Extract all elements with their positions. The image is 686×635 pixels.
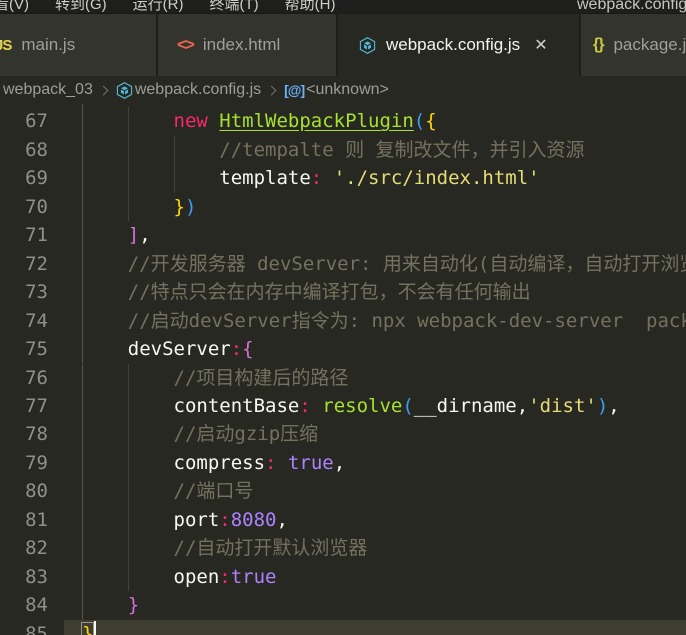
line-number: 67 bbox=[25, 110, 48, 133]
code-line-83[interactable]: 83 open:true bbox=[0, 562, 686, 592]
menu-items: 查看(V)转到(G)运行(R)终端(T)帮助(H) bbox=[0, 0, 349, 13]
code-text: //特点只会在内存中编译打包，不会有任何输出 bbox=[127, 281, 531, 304]
line-number: 84 bbox=[25, 594, 48, 617]
code-line-77[interactable]: 77 contentBase: resolve(__dirname,'dist'… bbox=[0, 391, 686, 421]
code-line-72[interactable]: 72 //开发服务器 devServer: 用来自动化(自动编译，自动打开浏览器… bbox=[0, 249, 686, 279]
code-text: new HtmlWebpackPlugin({ bbox=[173, 110, 437, 133]
code-text: //tempalte 则 复制改文件，并引入资源 bbox=[219, 138, 585, 161]
code-text: } bbox=[127, 594, 140, 617]
code-line-84[interactable]: 84 } bbox=[0, 591, 686, 620]
symbol-icon: [@] bbox=[284, 82, 305, 98]
line-number: 73 bbox=[25, 281, 48, 304]
code-line-82[interactable]: 82 //自动打开默认浏览器 bbox=[0, 534, 686, 563]
breadcrumb-item[interactable]: webpack_03 bbox=[3, 81, 93, 99]
breadcrumb-item[interactable]: <unknown> bbox=[306, 81, 389, 99]
code-editor[interactable]: 66 plugins: [67 new HtmlWebpackPlugin({6… bbox=[0, 104, 686, 635]
menu-item-1[interactable]: 转到(G) bbox=[42, 0, 120, 13]
line-number: 83 bbox=[25, 565, 48, 588]
code-text: //项目构建后的路径 bbox=[173, 366, 349, 389]
tab-label: index.html bbox=[202, 35, 281, 54]
code-line-73[interactable]: 73 //特点只会在内存中编译打包，不会有任何输出 bbox=[0, 278, 686, 307]
line-number: 68 bbox=[25, 138, 48, 161]
code-line-85[interactable]: 85} bbox=[0, 619, 686, 635]
menu-item-4[interactable]: 帮助(H) bbox=[272, 0, 349, 13]
line-number: 76 bbox=[25, 366, 48, 389]
code-line-79[interactable]: 79 compress: true, bbox=[0, 448, 686, 478]
tab-webpack.config.js[interactable]: webpack.config.js ✕ bbox=[338, 14, 579, 76]
tab-main.js[interactable]: JS main.js bbox=[0, 14, 156, 76]
close-icon[interactable]: ✕ bbox=[534, 35, 547, 55]
tab-package.json[interactable]: {} package.json bbox=[581, 14, 686, 76]
code-text: compress: true, bbox=[173, 451, 346, 474]
code-text: port:8080, bbox=[173, 508, 288, 531]
line-number: 70 bbox=[25, 195, 48, 218]
code-text: devServer:{ bbox=[127, 338, 254, 361]
breadcrumb-item[interactable]: webpack.config.js bbox=[135, 81, 261, 99]
code-line-71[interactable]: 71 ], bbox=[0, 221, 686, 250]
code-text: //启动gzip压缩 bbox=[173, 423, 319, 446]
code-line-67[interactable]: 67 new HtmlWebpackPlugin({ bbox=[0, 107, 686, 136]
tab-label: webpack.config.js bbox=[386, 35, 521, 54]
code-line-78[interactable]: 78 //启动gzip压缩 bbox=[0, 420, 686, 449]
line-number: 78 bbox=[25, 423, 48, 446]
code-text: //自动打开默认浏览器 bbox=[173, 537, 368, 560]
code-line-81[interactable]: 81 port:8080, bbox=[0, 505, 686, 535]
code-text: }) bbox=[173, 195, 197, 218]
menu-item-3[interactable]: 终端(T) bbox=[197, 0, 272, 13]
code-text: //启动devServer指令为: npx webpack-dev-server… bbox=[127, 309, 686, 332]
line-number: 80 bbox=[25, 480, 48, 503]
window-title: webpack.config.js bbox=[577, 0, 686, 13]
chevron-right-icon bbox=[266, 85, 277, 95]
line-number: 69 bbox=[25, 167, 48, 190]
code-text: template: './src/index.html' bbox=[219, 167, 540, 190]
code-line-70[interactable]: 70 }) bbox=[0, 192, 686, 222]
line-number: 79 bbox=[25, 451, 48, 474]
line-number: 75 bbox=[25, 338, 48, 361]
tab-label: main.js bbox=[21, 35, 76, 54]
code-text: contentBase: resolve(__dirname,'dist'), bbox=[173, 394, 620, 417]
webpack-icon bbox=[359, 36, 376, 54]
json-icon: {} bbox=[593, 36, 604, 53]
js-icon: JS bbox=[0, 36, 12, 54]
html-icon: <> bbox=[177, 35, 195, 54]
chevron-right-icon bbox=[98, 85, 109, 95]
line-number: 72 bbox=[25, 252, 48, 275]
code-text: } bbox=[82, 620, 93, 635]
line-number: 74 bbox=[25, 309, 48, 332]
tab-bar: JS main.js <> index.html webpack.config.js ✕ {… bbox=[0, 14, 686, 76]
webpack-icon bbox=[116, 81, 133, 99]
code-line-68[interactable]: 68 //tempalte 则 复制改文件，并引入资源 bbox=[0, 135, 686, 165]
menu-item-0[interactable]: 查看(V) bbox=[0, 0, 42, 13]
line-number: 82 bbox=[25, 537, 48, 560]
vscode-window: 查看(V)转到(G)运行(R)终端(T)帮助(H) webpack.config… bbox=[0, 0, 686, 635]
code-text: //端口号 bbox=[173, 480, 254, 503]
tab-label: package.json bbox=[613, 35, 686, 54]
line-number: 85 bbox=[25, 622, 48, 635]
line-number: 71 bbox=[25, 224, 48, 247]
code-line-74[interactable]: 74 //启动devServer指令为: npx webpack-dev-ser… bbox=[0, 306, 686, 336]
code-text: ], bbox=[127, 224, 151, 247]
code-line-75[interactable]: 75 devServer:{ bbox=[0, 335, 686, 364]
menu-item-2[interactable]: 运行(R) bbox=[120, 0, 197, 13]
code-text: //开发服务器 devServer: 用来自动化(自动编译，自动打开浏览器) bbox=[127, 252, 686, 275]
code-line-80[interactable]: 80 //端口号 bbox=[0, 477, 686, 506]
menu-bar: 查看(V)转到(G)运行(R)终端(T)帮助(H) webpack.config… bbox=[0, 0, 686, 14]
code-line-76[interactable]: 76 //项目构建后的路径 bbox=[0, 363, 686, 392]
line-number: 81 bbox=[25, 508, 48, 531]
code-line-69[interactable]: 69 template: './src/index.html' bbox=[0, 164, 686, 193]
breadcrumb: webpack_03 webpack.config.js [@] <unknown> bbox=[0, 76, 686, 104]
code-text: open:true bbox=[173, 565, 277, 588]
text-cursor bbox=[94, 620, 97, 635]
tab-index.html[interactable]: <> index.html bbox=[158, 14, 336, 76]
line-number: 77 bbox=[25, 394, 48, 417]
